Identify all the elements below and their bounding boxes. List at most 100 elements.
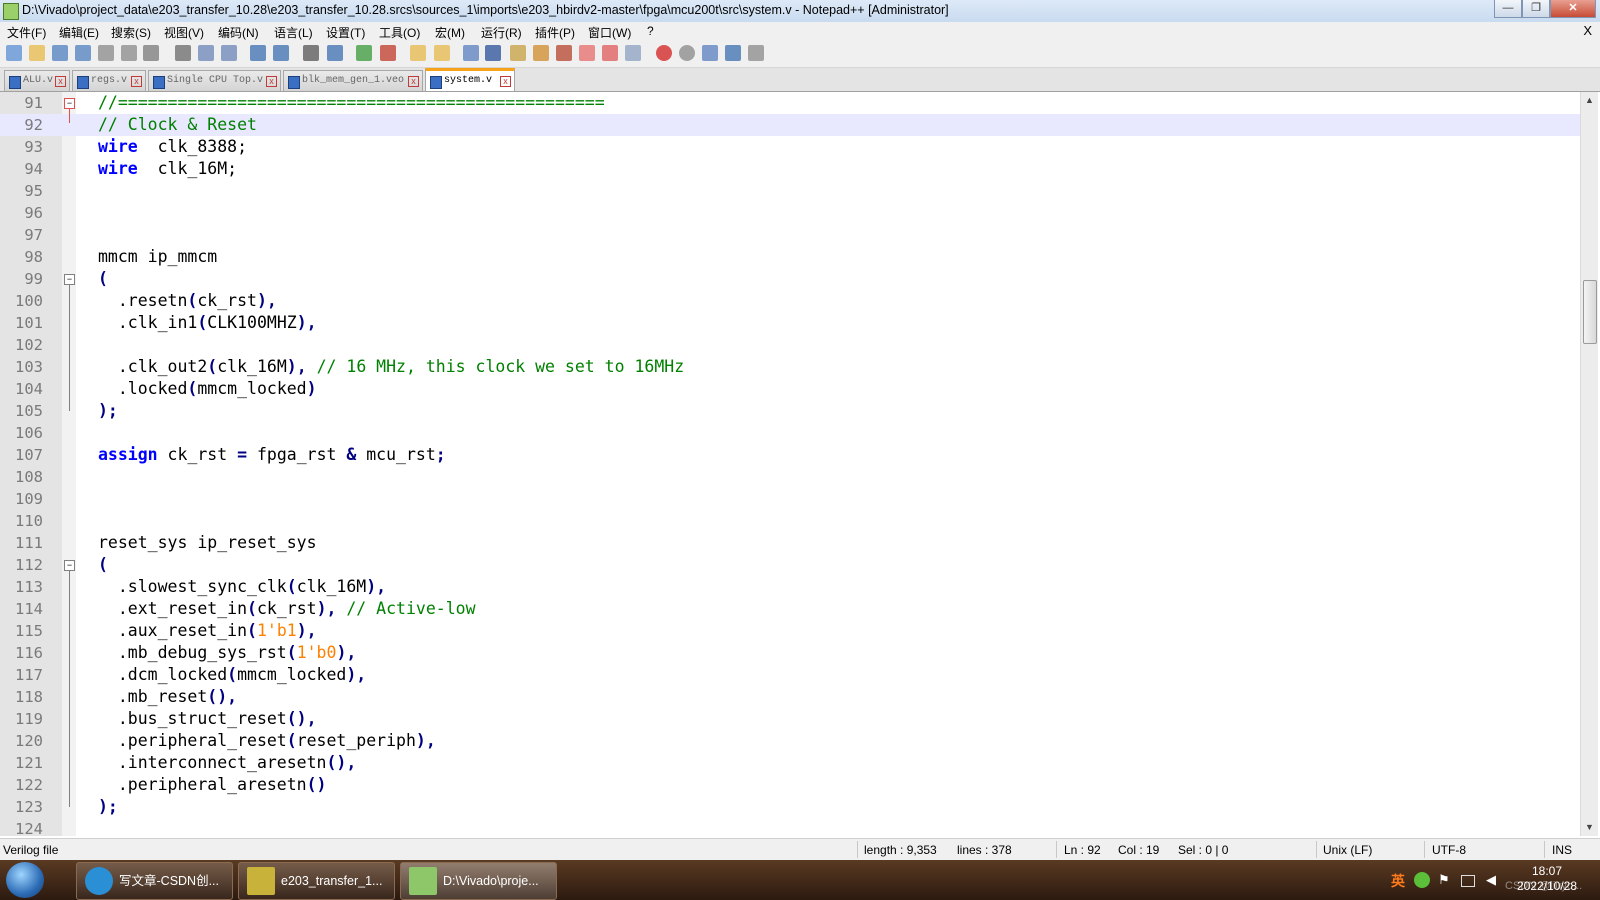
tab-close-icon[interactable]: x bbox=[266, 76, 277, 87]
code-line[interactable]: 124 bbox=[0, 818, 1580, 836]
undo-icon[interactable] bbox=[250, 45, 266, 61]
close-window-button[interactable]: ✕ bbox=[1550, 0, 1596, 18]
sync-horizontal-icon[interactable] bbox=[434, 45, 450, 61]
code-line[interactable]: 92 // Clock & Reset bbox=[0, 114, 1580, 136]
save-icon[interactable] bbox=[52, 45, 68, 61]
taskbar-item-notepad[interactable]: D:\Vivado\proje... bbox=[400, 862, 557, 900]
menu-plugins[interactable]: 插件(P) bbox=[535, 24, 575, 41]
run-macro-multiple-icon[interactable] bbox=[725, 45, 741, 61]
menu-encoding[interactable]: 编码(N) bbox=[218, 24, 259, 41]
code-line[interactable]: 119 .bus_struct_reset(), bbox=[0, 708, 1580, 730]
code-line[interactable]: 114 .ext_reset_in(ck_rst), // Active-low bbox=[0, 598, 1580, 620]
volume-icon[interactable]: ◀ bbox=[1486, 872, 1502, 888]
play-macro-icon[interactable] bbox=[702, 45, 718, 61]
code-editor[interactable]: 91 //====================================… bbox=[0, 92, 1600, 836]
code-line[interactable]: 107 assign ck_rst = fpga_rst & mcu_rst; bbox=[0, 444, 1580, 466]
taskbar-item-browser[interactable]: 写文章-CSDN创... bbox=[76, 862, 233, 900]
start-button[interactable] bbox=[6, 862, 44, 898]
fold-toggle-icon[interactable]: − bbox=[64, 274, 75, 285]
save-macro-icon[interactable] bbox=[748, 45, 764, 61]
print-icon[interactable] bbox=[143, 45, 159, 61]
code-line[interactable]: 97 bbox=[0, 224, 1580, 246]
code-line[interactable]: 100 .resetn(ck_rst), bbox=[0, 290, 1580, 312]
function-list-icon[interactable] bbox=[579, 45, 595, 61]
zoom-out-icon[interactable] bbox=[380, 45, 396, 61]
open-file-icon[interactable] bbox=[29, 45, 45, 61]
code-line[interactable]: 108 bbox=[0, 466, 1580, 488]
sync-vertical-icon[interactable] bbox=[410, 45, 426, 61]
scroll-up-icon[interactable]: ▲ bbox=[1581, 92, 1598, 109]
menu-run[interactable]: 运行(R) bbox=[481, 24, 522, 41]
tab-regs[interactable]: regs.v x bbox=[72, 70, 146, 91]
code-line[interactable]: 91 //====================================… bbox=[0, 92, 1580, 114]
redo-icon[interactable] bbox=[273, 45, 289, 61]
tab-single-cpu-top[interactable]: Single CPU Top.v x bbox=[148, 70, 281, 91]
code-line[interactable]: 98 mmcm ip_mmcm bbox=[0, 246, 1580, 268]
code-line[interactable]: 120 .peripheral_reset(reset_periph), bbox=[0, 730, 1580, 752]
copy-icon[interactable] bbox=[198, 45, 214, 61]
find-icon[interactable] bbox=[303, 45, 319, 61]
doc-map-icon[interactable] bbox=[556, 45, 572, 61]
indent-guide-icon[interactable] bbox=[510, 45, 526, 61]
code-line[interactable]: 106 bbox=[0, 422, 1580, 444]
code-line[interactable]: 104 .locked(mmcm_locked) bbox=[0, 378, 1580, 400]
code-line[interactable]: 95 bbox=[0, 180, 1580, 202]
menu-help[interactable]: ? bbox=[647, 24, 654, 38]
scroll-down-icon[interactable]: ▼ bbox=[1581, 819, 1598, 836]
zoom-in-icon[interactable] bbox=[356, 45, 372, 61]
menu-window[interactable]: 窗口(W) bbox=[588, 24, 631, 41]
tab-close-icon[interactable]: x bbox=[55, 76, 66, 87]
code-line[interactable]: 105); bbox=[0, 400, 1580, 422]
code-line[interactable]: 101 .clk_in1(CLK100MHZ), bbox=[0, 312, 1580, 334]
menu-file[interactable]: 文件(F) bbox=[7, 24, 46, 41]
taskbar-item-vivado[interactable]: e203_transfer_1... bbox=[238, 862, 395, 900]
menu-settings[interactable]: 设置(T) bbox=[326, 24, 365, 41]
wechat-icon[interactable] bbox=[1414, 872, 1430, 888]
folder-workspace-icon[interactable] bbox=[602, 45, 618, 61]
menu-edit[interactable]: 编辑(E) bbox=[59, 24, 99, 41]
save-all-icon[interactable] bbox=[75, 45, 91, 61]
code-line[interactable]: 113 .slowest_sync_clk(clk_16M), bbox=[0, 576, 1580, 598]
replace-icon[interactable] bbox=[327, 45, 343, 61]
user-lang-icon[interactable] bbox=[533, 45, 549, 61]
menu-search[interactable]: 搜索(S) bbox=[111, 24, 151, 41]
code-line[interactable]: 109 bbox=[0, 488, 1580, 510]
monitor-icon[interactable] bbox=[625, 45, 641, 61]
close-all-icon[interactable] bbox=[121, 45, 137, 61]
code-line[interactable]: 121 .interconnect_aresetn(), bbox=[0, 752, 1580, 774]
code-line[interactable]: 118 .mb_reset(), bbox=[0, 686, 1580, 708]
flag-icon[interactable]: ⚑ bbox=[1438, 872, 1454, 888]
restore-button[interactable]: ❐ bbox=[1522, 0, 1550, 18]
code-line[interactable]: 112 ( bbox=[0, 554, 1580, 576]
code-line[interactable]: 122 .peripheral_aresetn() bbox=[0, 774, 1580, 796]
paste-icon[interactable] bbox=[221, 45, 237, 61]
code-line[interactable]: 94 wire clk_16M; bbox=[0, 158, 1580, 180]
code-line[interactable]: 110 bbox=[0, 510, 1580, 532]
fold-toggle-icon[interactable]: − bbox=[64, 560, 75, 571]
tab-close-icon[interactable]: x bbox=[500, 76, 511, 87]
minimize-button[interactable]: — bbox=[1494, 0, 1522, 18]
record-macro-icon[interactable] bbox=[656, 45, 672, 61]
new-file-icon[interactable] bbox=[6, 45, 22, 61]
code-line[interactable]: 96 bbox=[0, 202, 1580, 224]
stop-record-icon[interactable] bbox=[679, 45, 695, 61]
code-line[interactable]: 93 wire clk_8388; bbox=[0, 136, 1580, 158]
tab-blk-mem-gen[interactable]: blk_mem_gen_1.veo x bbox=[283, 70, 423, 91]
code-line[interactable]: 116 .mb_debug_sys_rst(1'b0), bbox=[0, 642, 1580, 664]
close-document-button[interactable]: X bbox=[1583, 23, 1592, 38]
code-line[interactable]: 117 .dcm_locked(mmcm_locked), bbox=[0, 664, 1580, 686]
tab-close-icon[interactable]: x bbox=[131, 76, 142, 87]
code-line[interactable]: 123); bbox=[0, 796, 1580, 818]
word-wrap-icon[interactable] bbox=[463, 45, 479, 61]
tab-alu[interactable]: ALU.v x bbox=[4, 70, 70, 91]
ime-indicator[interactable]: 英 bbox=[1391, 871, 1407, 889]
cut-icon[interactable] bbox=[175, 45, 191, 61]
scroll-thumb[interactable] bbox=[1583, 280, 1597, 344]
code-line[interactable]: 111 reset_sys ip_reset_sys bbox=[0, 532, 1580, 554]
menu-macro[interactable]: 宏(M) bbox=[435, 24, 465, 41]
show-all-chars-icon[interactable] bbox=[485, 45, 501, 61]
code-line[interactable]: 115 .aux_reset_in(1'b1), bbox=[0, 620, 1580, 642]
fold-toggle-icon[interactable]: − bbox=[64, 98, 75, 109]
menu-language[interactable]: 语言(L) bbox=[274, 24, 313, 41]
menu-view[interactable]: 视图(V) bbox=[164, 24, 204, 41]
